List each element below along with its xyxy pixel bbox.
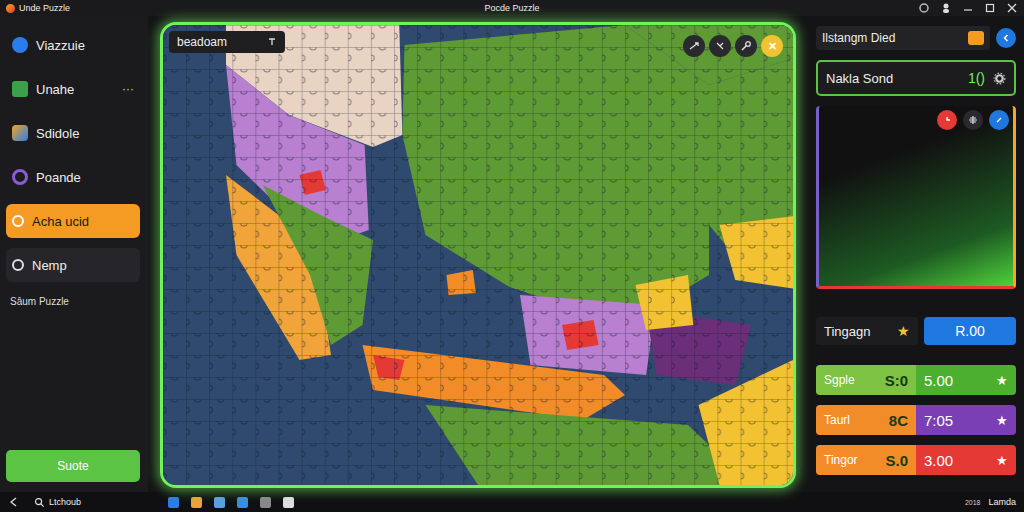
puzzle-icon	[968, 31, 984, 45]
shuffle-icon	[688, 40, 700, 52]
puzzle-area: beadoam ✕	[148, 16, 808, 492]
board-toolbar: ✕	[683, 35, 783, 57]
rotate-icon	[714, 40, 726, 52]
sidebar-item-icon	[12, 81, 28, 97]
score-row[interactable]: TingorS.03.00★	[816, 445, 1016, 475]
search-icon	[34, 497, 45, 508]
close-board-button[interactable]: ✕	[761, 35, 783, 57]
app-logo-icon	[6, 4, 15, 13]
taskbar-search[interactable]: Ltchoub	[34, 497, 154, 508]
star-icon: ★	[996, 373, 1008, 388]
score-row[interactable]: Taurl8C7:05★	[816, 405, 1016, 435]
minimize-icon[interactable]	[962, 2, 974, 14]
map-puzzle-image[interactable]	[163, 25, 793, 485]
sidebar-item[interactable]: Nemp	[6, 248, 140, 282]
sidebar-item-icon	[12, 125, 28, 141]
gauge-icon	[994, 115, 1004, 125]
wrench-icon	[740, 40, 752, 52]
app-name: Unde Puzzle	[19, 3, 70, 13]
sidebar-item[interactable]: Viazzuie	[6, 28, 140, 62]
score-row[interactable]: SgpleS:05.00★	[816, 365, 1016, 395]
section-label: Sâum Puzzle	[6, 292, 140, 311]
star-icon: ★	[996, 453, 1008, 468]
settings-icon[interactable]	[918, 2, 930, 14]
grid-button[interactable]	[963, 110, 983, 130]
system-tray: 2018Lamda	[965, 497, 1016, 507]
sidebar-item-icon	[12, 259, 24, 271]
taskbar-app-icon[interactable]	[214, 497, 225, 508]
chevron-icon	[1001, 33, 1011, 43]
speed-button[interactable]	[989, 110, 1009, 130]
back-button[interactable]	[996, 28, 1016, 48]
shuffle-button[interactable]	[683, 35, 705, 57]
sidebar-item[interactable]: Acha ucid	[6, 204, 140, 238]
board-label: beadoam	[169, 31, 285, 53]
back-arrow-icon[interactable]	[8, 496, 20, 508]
more-button[interactable]: ···	[122, 82, 134, 96]
sidebar-item[interactable]: Unahe···	[6, 72, 140, 106]
right-panel: Ilstangm Died Nakla Sond1() Tingagn★R.00 Sg…	[808, 16, 1024, 492]
taskbar-app-icon[interactable]	[283, 497, 294, 508]
sound-field[interactable]: Nakla Sond1()	[816, 60, 1016, 96]
panel-header: Ilstangm Died	[816, 26, 990, 50]
grid-icon	[968, 115, 978, 125]
taskbar-app-icon[interactable]	[168, 497, 179, 508]
sidebar-item[interactable]: Poande	[6, 160, 140, 194]
maximize-icon[interactable]	[984, 2, 996, 14]
taskbar-app-icon[interactable]	[191, 497, 202, 508]
star-icon: ★	[897, 323, 910, 339]
rating-button[interactable]: R.00	[924, 317, 1016, 345]
score-list: SgpleS:05.00★ Taurl8C7:05★ TingorS.03.00★	[816, 365, 1016, 475]
tools-button[interactable]	[735, 35, 757, 57]
close-window-icon[interactable]	[1006, 2, 1018, 14]
taskbar-app-icon[interactable]	[260, 497, 271, 508]
sidebar-item-icon	[12, 169, 28, 185]
app-window: Unde Puzzle Pocde Puzzle Viazzuie Unahe··· S…	[0, 0, 1024, 512]
taskbar-app-icon[interactable]	[237, 497, 248, 508]
timer-button[interactable]	[937, 110, 957, 130]
gear-icon[interactable]	[993, 72, 1006, 85]
rating-label: Tingagn★	[816, 317, 918, 345]
taskbar: Ltchoub 2018Lamda	[0, 492, 1024, 512]
sidebar-item[interactable]: Sdidole	[6, 116, 140, 150]
pin-icon	[267, 37, 277, 47]
title-bar: Unde Puzzle Pocde Puzzle	[0, 0, 1024, 16]
window-title: Pocde Puzzle	[484, 3, 539, 13]
piece-preview	[816, 106, 1016, 289]
clock-icon	[942, 115, 952, 125]
primary-button[interactable]: Suote	[6, 450, 140, 482]
star-icon: ★	[996, 413, 1008, 428]
user-icon[interactable]	[940, 2, 952, 14]
rotate-button[interactable]	[709, 35, 731, 57]
sidebar: Viazzuie Unahe··· Sdidole Poande Acha ucid Ne…	[0, 16, 148, 492]
sidebar-item-icon	[12, 215, 24, 227]
puzzle-board[interactable]: beadoam ✕	[160, 22, 796, 488]
sidebar-item-icon	[12, 37, 28, 53]
